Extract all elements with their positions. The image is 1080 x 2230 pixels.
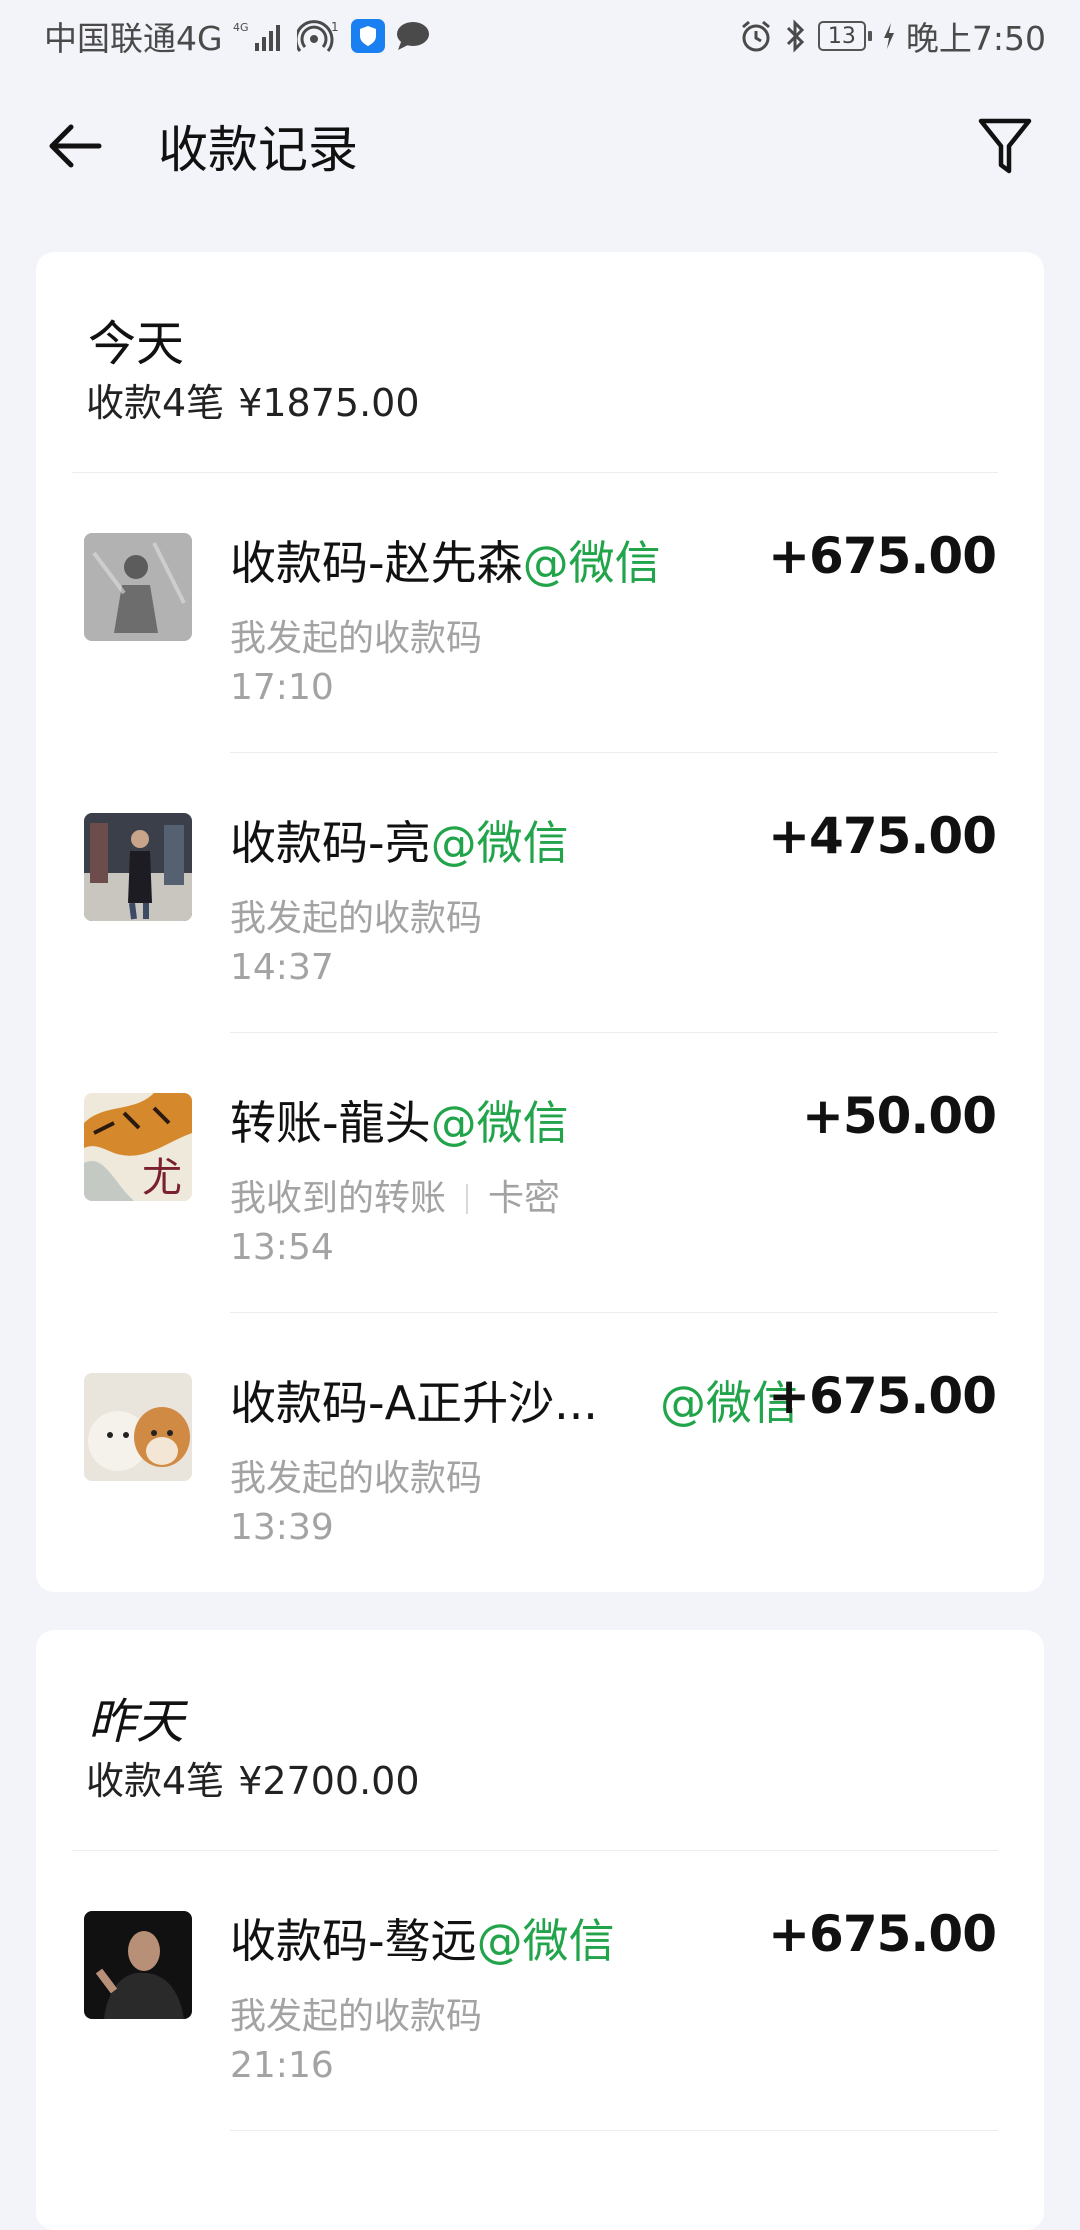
transaction-subtitle: 我发起的收款码 bbox=[230, 1996, 483, 2037]
payer-name: 转账-龍头 bbox=[230, 1096, 431, 1150]
summary-total: ¥2700.00 bbox=[238, 1759, 420, 1803]
divider bbox=[230, 2130, 998, 2131]
transaction-time: 17:10 bbox=[230, 667, 334, 708]
hotspot-icon: 1 bbox=[296, 19, 341, 53]
transaction-row[interactable]: 收款码-骜远@微信 我发起的收款码 21:16 +675.00 bbox=[36, 1851, 1044, 2131]
transaction-amount: +675.00 bbox=[768, 1367, 997, 1425]
transaction-time: 14:37 bbox=[230, 947, 334, 988]
message-icon bbox=[395, 20, 431, 52]
back-button[interactable] bbox=[40, 111, 110, 181]
transaction-title: 收款码-亮@微信 bbox=[230, 807, 569, 873]
charging-icon bbox=[882, 22, 896, 50]
transaction-subtitle: 我发起的收款码 bbox=[230, 618, 483, 659]
status-bar: 中国联通4G 4G 1 13 晚上7:50 bbox=[0, 0, 1080, 72]
summary-total: ¥1875.00 bbox=[238, 381, 420, 425]
channel-label: @微信 bbox=[430, 1096, 569, 1150]
transaction-row[interactable]: 尤 转账-龍头@微信 我收到的转账 卡密 13:54 +50.00 bbox=[36, 1033, 1044, 1313]
transaction-title: 收款码-A正升沙... @微信 bbox=[230, 1367, 798, 1433]
summary-count: 收款4笔 bbox=[86, 381, 225, 425]
avatar bbox=[84, 1373, 192, 1481]
transaction-time: 13:54 bbox=[230, 1227, 334, 1268]
section-today: 今天 收款4笔 ¥1875.00 收款码-赵先森@微信 我发起的收款码 17:10… bbox=[36, 252, 1044, 1592]
transaction-subtitle: 我发起的收款码 bbox=[230, 898, 483, 939]
summary-count: 收款4笔 bbox=[86, 1759, 225, 1803]
avatar bbox=[84, 813, 192, 921]
svg-text:4G: 4G bbox=[233, 21, 249, 34]
transaction-title: 转账-龍头@微信 bbox=[230, 1087, 569, 1153]
section-yesterday: 昨天 收款4笔 ¥2700.00 收款码-骜远@微信 我发起的收款码 21:16 … bbox=[36, 1630, 1044, 2230]
day-summary: 收款4笔 ¥1875.00 bbox=[86, 372, 420, 427]
header: 收款记录 bbox=[0, 72, 1080, 220]
day-title: 今天 bbox=[88, 316, 185, 372]
bluetooth-icon bbox=[784, 18, 808, 54]
back-arrow-icon bbox=[49, 124, 102, 168]
alarm-icon bbox=[738, 18, 774, 54]
transaction-amount: +475.00 bbox=[768, 807, 997, 865]
transaction-time: 21:16 bbox=[230, 2045, 334, 2086]
filter-button[interactable] bbox=[970, 111, 1040, 181]
day-summary: 收款4笔 ¥2700.00 bbox=[86, 1750, 420, 1805]
carrier-label: 中国联通4G bbox=[44, 19, 223, 58]
avatar bbox=[84, 1911, 192, 2019]
svg-text:1: 1 bbox=[331, 20, 339, 34]
battery-icon: 13 bbox=[817, 21, 872, 51]
status-right: 13 晚上7:50 bbox=[738, 12, 1046, 60]
payer-name: 收款码-亮 bbox=[230, 816, 431, 870]
transaction-amount: +675.00 bbox=[768, 527, 997, 585]
signal-icon: 4G bbox=[233, 19, 287, 53]
day-title: 昨天 bbox=[88, 1694, 185, 1750]
clock: 晚上7:50 bbox=[905, 19, 1046, 58]
payer-name: 收款码-赵先森 bbox=[230, 536, 523, 590]
transaction-title: 收款码-赵先森@微信 bbox=[230, 527, 661, 593]
svg-text:尤: 尤 bbox=[142, 1155, 182, 1201]
separator bbox=[466, 1184, 469, 1214]
filter-icon bbox=[978, 118, 1032, 174]
transaction-row[interactable]: 收款码-亮@微信 我发起的收款码 14:37 +475.00 bbox=[36, 753, 1044, 1033]
avatar: 尤 bbox=[84, 1093, 192, 1201]
transaction-subtitle: 我发起的收款码 bbox=[230, 1458, 483, 1499]
payer-name: 收款码-A正升沙... bbox=[230, 1376, 598, 1430]
channel-label: @微信 bbox=[522, 536, 661, 590]
transaction-row[interactable]: 收款码-赵先森@微信 我发起的收款码 17:10 +675.00 bbox=[36, 473, 1044, 753]
status-left: 中国联通4G 4G 1 bbox=[44, 12, 431, 60]
channel-label: @微信 bbox=[430, 816, 569, 870]
subtitle-extra: 卡密 bbox=[488, 1178, 561, 1219]
page-title: 收款记录 bbox=[158, 121, 358, 179]
payer-name: 收款码-骜远 bbox=[230, 1914, 477, 1968]
transaction-time: 13:39 bbox=[230, 1507, 334, 1548]
battery-level: 13 bbox=[817, 21, 866, 51]
transaction-amount: +675.00 bbox=[768, 1905, 997, 1963]
transaction-title: 收款码-骜远@微信 bbox=[230, 1905, 615, 1971]
transaction-row[interactable]: 收款码-A正升沙... @微信 我发起的收款码 13:39 +675.00 bbox=[36, 1313, 1044, 1592]
transaction-subtitle: 我收到的转账 卡密 bbox=[230, 1169, 560, 1221]
channel-label: @微信 bbox=[476, 1914, 615, 1968]
transaction-amount: +50.00 bbox=[801, 1087, 997, 1145]
shield-icon bbox=[350, 19, 385, 53]
subtitle-text: 我收到的转账 bbox=[230, 1178, 447, 1219]
avatar bbox=[84, 533, 192, 641]
